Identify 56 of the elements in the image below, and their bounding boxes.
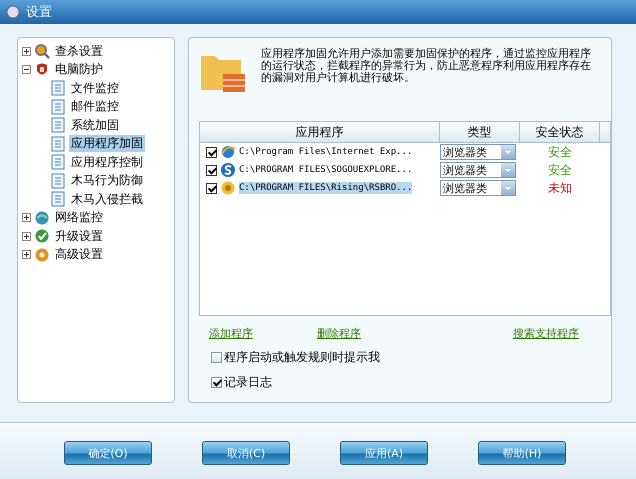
tree-item[interactable]: 高级设置 xyxy=(53,246,105,264)
tree-item[interactable]: 系统加固 xyxy=(69,116,121,134)
description: 应用程序加固允许用户添加需要加固保护的程序，通过监控应用程序的运行状态，拦截程序的异常行为，防止恶意程序利用应用程序存在的漏洞对用户计算机进行破坏。 xyxy=(261,48,591,86)
tree-item[interactable]: 文件监控 xyxy=(69,80,121,97)
checkbox[interactable] xyxy=(211,352,222,363)
globe-icon xyxy=(220,144,236,160)
checkbox[interactable] xyxy=(206,164,217,176)
expand-icon[interactable] xyxy=(22,232,31,241)
page-icon xyxy=(50,136,66,152)
circle-icon xyxy=(220,180,236,196)
window-title: 设置 xyxy=(26,4,52,21)
column-header[interactable]: 应用程序 xyxy=(200,122,440,142)
expand-icon[interactable] xyxy=(22,46,31,56)
column-header[interactable]: 安全状态 xyxy=(520,122,600,142)
expand-icon[interactable] xyxy=(22,213,31,222)
expand-icon[interactable] xyxy=(22,250,31,260)
program-path[interactable]: C:\PROGRAM FILES\SOGOUEXPLORE... xyxy=(239,164,412,176)
tree-item[interactable]: 查杀设置 xyxy=(53,42,105,60)
scan-icon xyxy=(34,43,50,60)
page-icon xyxy=(50,98,66,115)
checkbox[interactable] xyxy=(211,377,222,388)
type-dropdown[interactable]: 浏览器类 xyxy=(440,162,516,178)
page-icon xyxy=(50,172,66,189)
tree-item[interactable]: 木马入侵拦截 xyxy=(69,190,145,208)
collapse-icon[interactable] xyxy=(22,65,31,74)
tree-item[interactable]: 网络监控 xyxy=(53,209,105,226)
checkbox-label: 程序启动或触发规则时提示我 xyxy=(224,349,380,366)
page-icon xyxy=(50,191,66,208)
tree-item[interactable]: 电脑防护 xyxy=(53,61,105,78)
page-icon xyxy=(50,117,66,134)
update-icon xyxy=(34,228,50,244)
checkbox[interactable] xyxy=(206,146,217,158)
status-text: 安全 xyxy=(547,162,573,178)
link[interactable]: 搜索支持程序 xyxy=(513,326,579,341)
type-dropdown[interactable]: 浏览器类 xyxy=(440,180,516,196)
tree-item[interactable]: 应用程序加固 xyxy=(69,135,145,152)
status-text: 安全 xyxy=(547,144,573,160)
net-icon xyxy=(34,210,50,226)
gear-icon xyxy=(34,246,50,263)
link[interactable]: 添加程序 xyxy=(209,326,253,341)
page-icon xyxy=(50,154,66,170)
status-text: 未知 xyxy=(547,180,573,196)
tree-item[interactable]: 木马行为防御 xyxy=(69,172,145,190)
program-path[interactable]: C:\PROGRAM FILES\Rising\RSBRO... xyxy=(239,182,412,194)
tree-item[interactable]: 升级设置 xyxy=(53,228,105,245)
page-icon xyxy=(50,80,66,96)
tree-item[interactable]: 邮件监控 xyxy=(69,98,121,116)
dialog-button[interactable]: 确定(O) xyxy=(64,441,152,465)
tree-item[interactable]: 应用程序控制 xyxy=(69,154,145,171)
s-logo-icon xyxy=(220,162,236,178)
column-header[interactable]: 类型 xyxy=(440,122,520,142)
checkbox-label: 记录日志 xyxy=(224,374,272,391)
program-path[interactable]: C:\Program Files\Internet Exp... xyxy=(239,146,412,158)
checkbox[interactable] xyxy=(206,182,217,194)
link[interactable]: 删除程序 xyxy=(317,326,361,341)
type-dropdown[interactable]: 浏览器类 xyxy=(440,144,516,160)
